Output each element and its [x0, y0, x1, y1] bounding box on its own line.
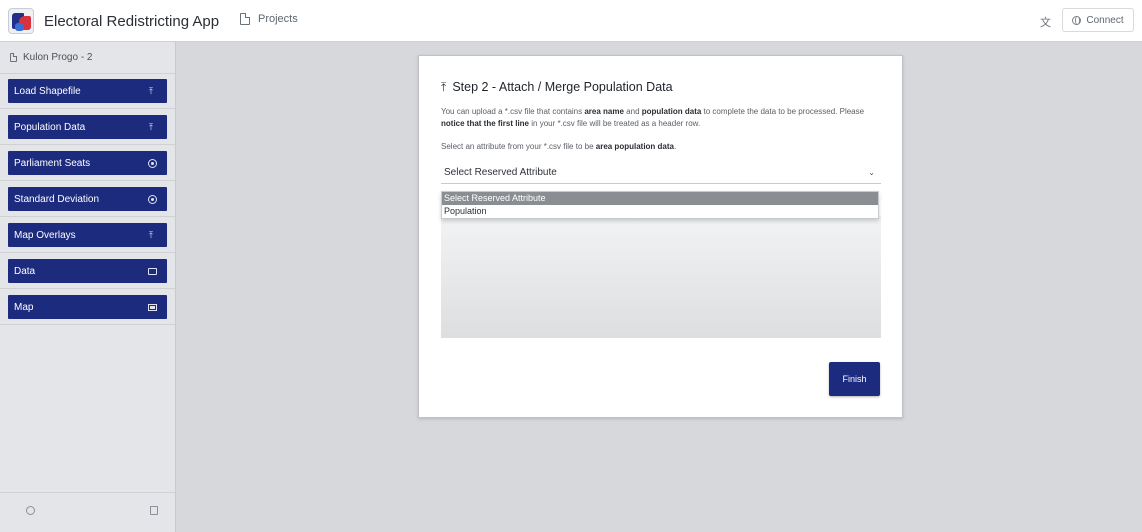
dialog-description: You can upload a *.csv file that contain… — [441, 107, 865, 128]
document-icon — [240, 13, 250, 25]
document-icon — [10, 53, 17, 62]
map-icon — [148, 303, 157, 311]
data-preview-area — [441, 216, 881, 338]
upload-icon: ⤒ — [149, 85, 153, 96]
sidebar-nav: Load Shapefile ⤒ Population Data ⤒ Parli… — [0, 74, 175, 325]
upload-icon: ⤒ — [149, 121, 153, 132]
circle-icon — [148, 158, 157, 168]
upload-icon: ⤒ — [441, 80, 447, 94]
project-name-row[interactable]: Kulon Progo - 2 — [0, 42, 175, 74]
select-value: Select Reserved Attribute — [444, 167, 557, 178]
connect-button[interactable]: Connect — [1062, 8, 1134, 32]
project-name: Kulon Progo - 2 — [23, 52, 93, 63]
connect-label: Connect — [1086, 14, 1124, 26]
app-title: Electoral Redistricting App — [44, 13, 220, 30]
sidebar-item-map[interactable]: Map — [8, 295, 167, 319]
dialog-title: ⤒ Step 2 - Attach / Merge Population Dat… — [441, 80, 673, 94]
sidebar-item-label: Population Data — [14, 121, 86, 133]
sidebar-item-load-shapefile[interactable]: Load Shapefile ⤒ — [8, 79, 167, 103]
sidebar-item-label: Map — [14, 301, 34, 313]
attribute-select[interactable]: Select Reserved Attribute ⌄ — [441, 162, 881, 184]
sidebar: Kulon Progo - 2 Load Shapefile ⤒ Populat… — [0, 42, 176, 532]
sidebar-item-standard-deviation[interactable]: Standard Deviation — [8, 187, 167, 211]
dialog-title-text: Step 2 - Attach / Merge Population Data — [452, 80, 673, 94]
sidebar-item-label: Parliament Seats — [14, 157, 91, 169]
select-attribute-label: Select an attribute from your *.csv file… — [441, 142, 677, 151]
globe-icon — [1072, 15, 1082, 25]
sidebar-item-label: Map Overlays — [14, 229, 76, 241]
sidebar-item-label: Data — [14, 265, 36, 277]
sidebar-item-population-data[interactable]: Population Data ⤒ — [8, 115, 167, 139]
attribute-dropdown: Select Reserved Attribute Population — [441, 191, 879, 219]
sidebar-item-label: Standard Deviation — [14, 193, 100, 205]
sidebar-item-data[interactable]: Data — [8, 259, 167, 283]
projects-label: Projects — [258, 13, 298, 25]
step-dialog: ⤒ Step 2 - Attach / Merge Population Dat… — [418, 55, 903, 418]
sidebar-item-label: Load Shapefile — [14, 85, 81, 97]
settings-icon[interactable] — [26, 506, 35, 515]
collapse-icon[interactable] — [150, 506, 158, 515]
sidebar-item-map-overlays[interactable]: Map Overlays ⤒ — [8, 223, 167, 247]
folder-icon — [148, 267, 157, 275]
upload-icon: ⤒ — [149, 229, 153, 240]
circle-icon — [148, 194, 157, 204]
top-bar: Electoral Redistricting App Projects 文 C… — [0, 0, 1142, 42]
sidebar-footer — [0, 492, 175, 532]
sidebar-item-parliament-seats[interactable]: Parliament Seats — [8, 151, 167, 175]
language-icon[interactable]: 文 — [1040, 14, 1051, 30]
projects-link[interactable]: Projects — [240, 13, 298, 25]
dropdown-option[interactable]: Select Reserved Attribute — [442, 192, 878, 205]
app-logo — [8, 8, 34, 34]
chevron-down-icon: ⌄ — [868, 168, 875, 177]
finish-button[interactable]: Finish — [829, 362, 880, 396]
dropdown-option[interactable]: Population — [442, 205, 878, 218]
